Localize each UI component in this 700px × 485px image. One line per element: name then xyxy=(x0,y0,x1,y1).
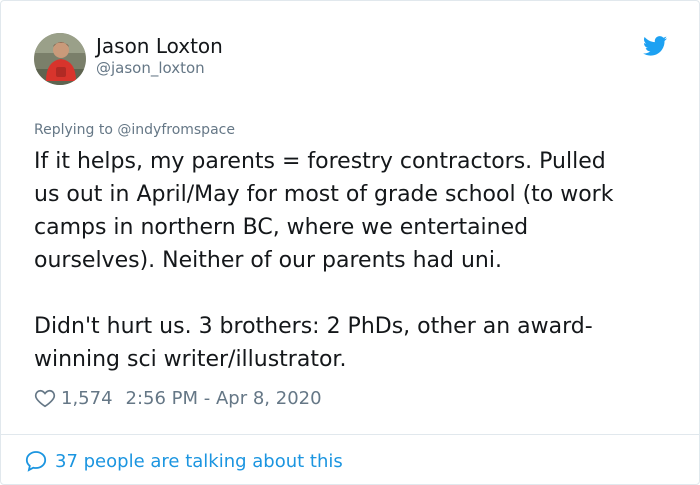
tweet-line: us out in April/May for most of grade sc… xyxy=(34,182,614,207)
divider xyxy=(1,434,699,435)
tweet-line: Didn't hurt us. 3 brothers: 2 PhDs, othe… xyxy=(34,314,593,339)
tweet-line: camps in northern BC, where we entertain… xyxy=(34,215,529,240)
tweet-line: ourselves). Neither of our parents had u… xyxy=(34,248,502,273)
conversation-text[interactable]: 37 people are talking about this xyxy=(55,451,343,472)
tweet-line: If it helps, my parents = forestry contr… xyxy=(34,149,606,174)
tweet-timestamp[interactable]: 2:56 PM - Apr 8, 2020 xyxy=(126,388,322,409)
replying-to[interactable]: Replying to @indyfromspace xyxy=(34,122,235,138)
tweet-meta: 1,574 2:56 PM - Apr 8, 2020 xyxy=(34,386,322,410)
avatar[interactable] xyxy=(34,33,86,85)
author-name[interactable]: Jason Loxton xyxy=(96,34,223,58)
twitter-bird-icon[interactable] xyxy=(643,36,667,56)
heart-icon[interactable] xyxy=(34,387,56,409)
tweet-line: winning sci writer/illustrator. xyxy=(34,347,347,372)
conversation-link[interactable]: 37 people are talking about this xyxy=(24,449,343,473)
tweet-line-blank xyxy=(34,277,684,310)
author-handle[interactable]: @jason_loxton xyxy=(96,59,205,77)
like-count[interactable]: 1,574 xyxy=(61,388,113,409)
tweet-text: If it helps, my parents = forestry contr… xyxy=(34,145,684,376)
tweet-card: Jason Loxton @jason_loxton Replying to @… xyxy=(0,0,700,485)
speech-bubble-icon xyxy=(25,451,47,472)
